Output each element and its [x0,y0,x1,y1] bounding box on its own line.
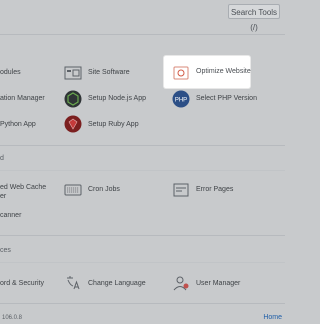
item-optimize-website[interactable]: Optimize Website [196,68,251,75]
home-link[interactable]: Home [263,314,282,321]
user-manager-icon[interactable] [172,274,190,292]
item-cron-jobs[interactable]: Cron Jobs [88,186,120,193]
section-title-preferences: ces [0,247,11,254]
svg-text:PHP: PHP [175,98,187,104]
item-scanner[interactable]: canner [0,212,21,219]
cron-jobs-icon[interactable] [64,181,82,199]
optimize-website-icon[interactable] [172,64,190,82]
item-select-php-version[interactable]: Select PHP Version [196,95,257,102]
section-divider [0,262,285,263]
item-change-language[interactable]: Change Language [88,280,146,287]
site-software-icon[interactable] [64,64,82,82]
item-site-software[interactable]: Site Software [88,69,130,76]
section-divider [0,170,285,171]
item-application-manager[interactable]: ation Manager [0,95,45,102]
item-password-security[interactable]: ord & Security [0,280,44,287]
error-pages-icon[interactable] [172,181,190,199]
item-cached-web-cache[interactable]: ed Web Cache [0,184,46,191]
version-text: 106.0.8 [2,315,23,321]
ruby-icon[interactable] [64,115,82,133]
nodejs-icon[interactable] [64,90,82,108]
section-divider [0,303,285,304]
item-modules[interactable]: odules [0,69,21,76]
item-setup-nodejs-app[interactable]: Setup Node.js App [88,95,146,102]
section-divider [0,34,285,35]
search-tools-button[interactable]: Search Tools (/) [228,4,280,32]
footer: 106.0.8 Home [0,314,285,324]
item-setup-ruby-app[interactable]: Setup Ruby App [88,121,139,128]
section-title-advanced: d [0,155,4,162]
item-error-pages[interactable]: Error Pages [196,186,233,193]
php-icon[interactable]: PHP [172,90,190,108]
item-manager[interactable]: er [0,193,6,200]
item-python-app[interactable]: Python App [0,121,36,128]
item-user-manager[interactable]: User Manager [196,280,240,287]
change-language-icon[interactable] [64,274,82,292]
top-bar: Search Tools (/) [0,0,285,32]
section-divider [0,235,285,236]
section-divider [0,145,285,146]
